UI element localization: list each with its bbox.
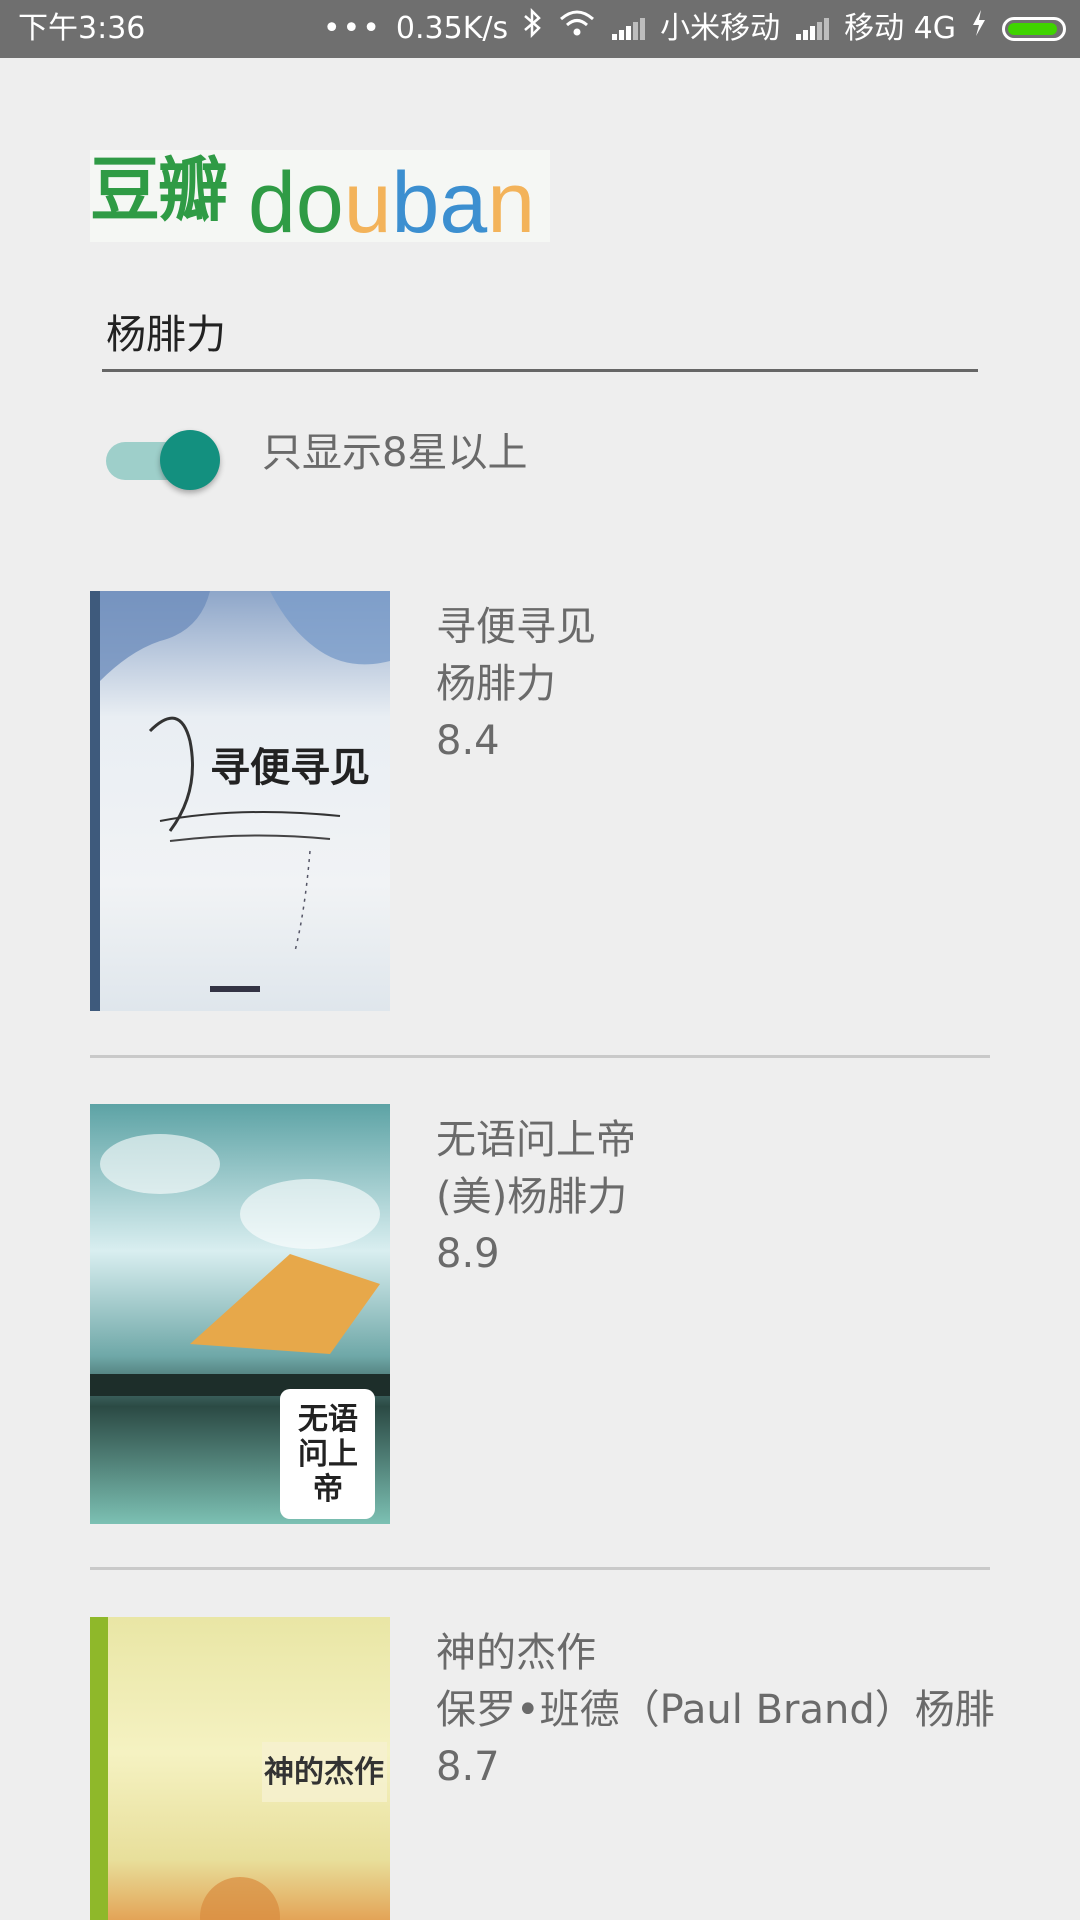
- carrier-2: 移动 4G: [844, 11, 956, 46]
- search-field[interactable]: [102, 296, 986, 372]
- switch-thumb: [160, 430, 220, 490]
- signal-icon: [610, 16, 646, 42]
- list-item[interactable]: 无语 问上 帝 无语问上帝 (美)杨腓力 8.9: [90, 1104, 990, 1524]
- list-divider: [90, 1567, 990, 1570]
- logo-cn: 豆瓣: [90, 149, 228, 231]
- signal-icon-2: [794, 16, 830, 42]
- book-info: 无语问上帝 (美)杨腓力 8.9: [436, 1112, 636, 1283]
- search-input[interactable]: [102, 296, 986, 366]
- book-title: 无语问上帝: [436, 1117, 636, 1163]
- logo-en: douban: [248, 155, 536, 251]
- list-item[interactable]: 寻便寻见 寻便寻见 杨腓力 8.4: [90, 591, 990, 1011]
- book-author: (美)杨腓力: [436, 1174, 628, 1220]
- book-rating: 8.9: [436, 1231, 500, 1277]
- book-author: 杨腓力: [436, 661, 556, 707]
- status-bar: 下午3:36 ••• 0.35K/s 小米移动 移动 4G: [0, 0, 1080, 58]
- svg-text:问上: 问上: [298, 1437, 358, 1472]
- svg-text:神的杰作: 神的杰作: [264, 1755, 384, 1790]
- list-divider: [90, 1055, 990, 1058]
- book-info: 寻便寻见 杨腓力 8.4: [436, 599, 596, 770]
- rating-filter-label: 只显示8星以上: [262, 430, 528, 476]
- rating-filter-switch[interactable]: [106, 430, 222, 490]
- carrier-1: 小米移动: [660, 11, 781, 46]
- network-speed: 0.35K/s: [395, 11, 509, 46]
- book-author: 保罗•班德（Paul Brand）杨腓: [436, 1687, 995, 1733]
- book-cover: 神的杰作: [90, 1617, 390, 1920]
- charging-icon: [970, 0, 988, 58]
- douban-logo: 豆瓣 douban: [90, 149, 550, 248]
- book-cover: 寻便寻见: [90, 591, 390, 1011]
- book-title: 神的杰作: [436, 1630, 596, 1676]
- svg-text:帝: 帝: [313, 1472, 343, 1507]
- book-info: 神的杰作 保罗•班德（Paul Brand）杨腓 8.7: [436, 1625, 995, 1796]
- book-cover: 无语 问上 帝: [90, 1104, 390, 1524]
- book-title: 寻便寻见: [436, 604, 596, 650]
- more-dots-icon: •••: [322, 11, 382, 46]
- book-rating: 8.4: [436, 718, 500, 764]
- book-rating: 8.7: [436, 1744, 500, 1790]
- bluetooth-icon: [522, 0, 544, 58]
- wifi-icon: [558, 0, 596, 58]
- status-time: 下午3:36: [18, 11, 146, 46]
- svg-text:寻便寻见: 寻便寻见: [210, 744, 370, 791]
- status-right: ••• 0.35K/s 小米移动 移动 4G: [323, 0, 1066, 58]
- list-item[interactable]: 神的杰作 神的杰作 保罗•班德（Paul Brand）杨腓 8.7: [90, 1617, 995, 1920]
- svg-text:无语: 无语: [298, 1402, 358, 1437]
- battery-icon: [1002, 17, 1066, 41]
